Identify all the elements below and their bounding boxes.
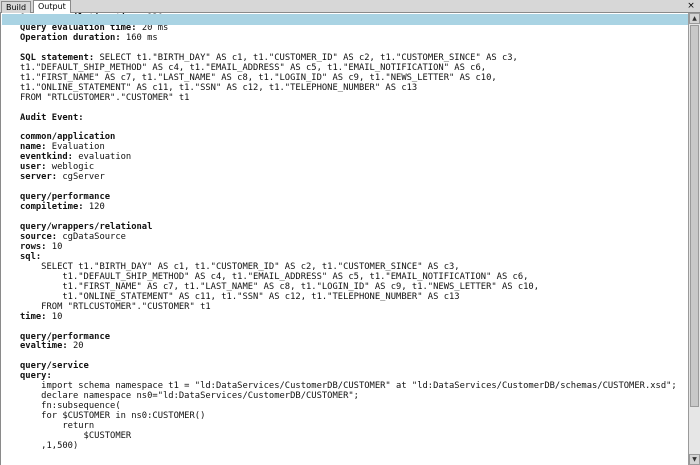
output-line: fn:subsequence(: [20, 401, 121, 412]
vertical-scrollbar[interactable]: ▲ ▼: [688, 13, 700, 465]
output-line: time: 10: [20, 311, 63, 322]
output-line: server: cgServer: [20, 172, 105, 183]
output-line: common/application: [20, 132, 116, 143]
output-log[interactable]: Query compilation time: 120 ms Query eva…: [1, 13, 688, 452]
output-line: t1."ONLINE_STATEMENT" AS c11, t1."SSN" A…: [20, 82, 418, 93]
output-line: t1."DEFAULT_SHIP_METHOD" AS c4, t1."EMAI…: [20, 271, 529, 282]
output-line: user: weblogic: [20, 162, 95, 173]
output-line: name: Evaluation: [20, 142, 105, 153]
output-line: Audit Event:: [20, 112, 84, 123]
output-line: return: [20, 421, 95, 432]
output-line: SQL statement: SELECT t1."BIRTH_DAY" AS …: [20, 52, 518, 63]
scroll-thumb[interactable]: [690, 25, 699, 407]
output-line: t1."DEFAULT_SHIP_METHOD" AS c4, t1."EMAI…: [20, 62, 487, 73]
output-line: Operation duration: 160 ms: [20, 32, 158, 43]
output-line: query/service: [20, 361, 89, 372]
output-window: Build Output × Query compilation time: 1…: [0, 0, 700, 465]
close-icon[interactable]: ×: [686, 0, 696, 12]
output-line: query/performance: [20, 192, 111, 203]
tab-output[interactable]: Output: [33, 0, 71, 13]
selected-line-highlight: [2, 14, 688, 25]
output-line: query:: [20, 371, 52, 382]
scroll-down-icon[interactable]: ▼: [689, 454, 700, 465]
output-line: import schema namespace t1 = "ld:DataSer…: [20, 381, 677, 392]
scroll-up-icon[interactable]: ▲: [689, 13, 700, 24]
tab-bar: Build Output ×: [0, 0, 700, 13]
tab-build[interactable]: Build: [1, 1, 31, 13]
output-line: declare namespace ns0="ld:DataServices/C…: [20, 391, 359, 402]
output-line: source: cgDataSource: [20, 231, 126, 242]
output-line: SELECT t1."BIRTH_DAY" AS c1, t1."CUSTOME…: [20, 261, 460, 272]
output-line: query/performance: [20, 331, 111, 342]
output-line: sql:: [20, 251, 42, 262]
output-line: evaltime: 20: [20, 341, 84, 352]
output-line: t1."FIRST_NAME" AS c7, t1."LAST_NAME" AS…: [20, 72, 497, 83]
output-line: t1."FIRST_NAME" AS c7, t1."LAST_NAME" AS…: [20, 281, 540, 292]
output-line: FROM "RTLCUSTOMER"."CUSTOMER" t1: [20, 92, 190, 103]
output-line: FROM "RTLCUSTOMER"."CUSTOMER" t1: [20, 301, 211, 312]
output-line: compiletime: 120: [20, 202, 105, 213]
output-panel[interactable]: Query compilation time: 120 ms Query eva…: [0, 13, 688, 465]
output-line: ,1,500): [20, 440, 79, 451]
output-line: rows: 10: [20, 241, 63, 252]
output-line: for $CUSTOMER in ns0:CUSTOMER(): [20, 411, 206, 422]
output-line: eventkind: evaluation: [20, 152, 132, 163]
output-line: t1."ONLINE_STATEMENT" AS c11, t1."SSN" A…: [20, 291, 460, 302]
output-line: $CUSTOMER: [20, 431, 132, 442]
output-line: query/wrappers/relational: [20, 222, 153, 233]
